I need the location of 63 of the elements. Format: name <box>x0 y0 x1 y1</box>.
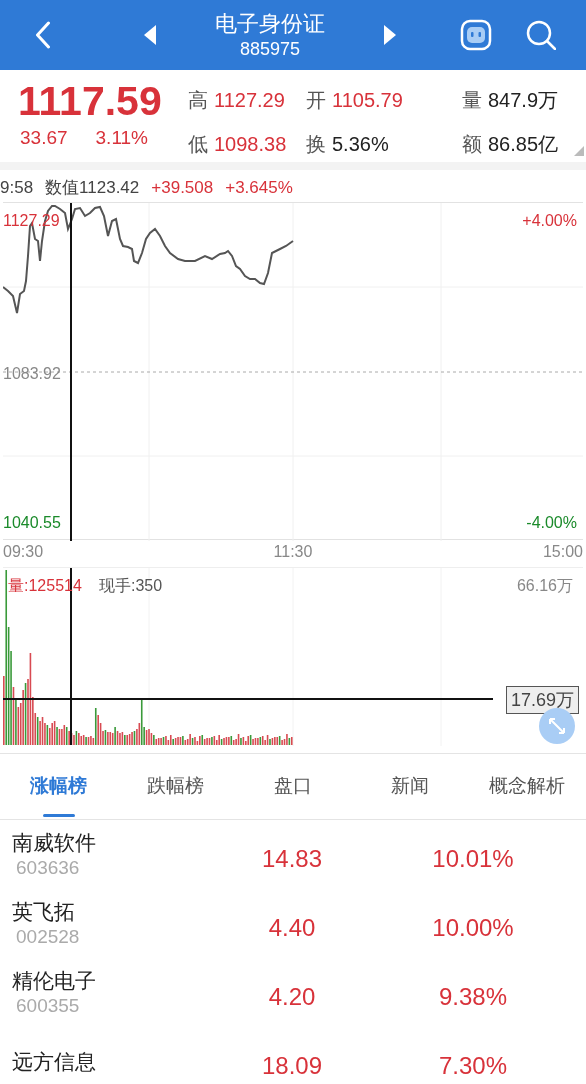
stat-label: 高 <box>188 88 208 113</box>
time-label: 09:30 <box>3 542 44 562</box>
stock-code: 600355 <box>15 993 81 1018</box>
page-title: 电子身份证 <box>215 10 325 38</box>
cursor-time: 9:58 <box>0 177 34 200</box>
stock-code: 002528 <box>15 924 81 949</box>
stat-label: 额 <box>462 132 482 157</box>
stat-label: 量 <box>462 88 482 113</box>
stock-code: 603636 <box>15 855 81 880</box>
index-code: 885975 <box>239 38 301 60</box>
axis-label: 1083.92 <box>3 364 61 384</box>
tab[interactable]: 新闻 <box>351 754 469 819</box>
stat-value: 86.85亿 <box>488 132 559 157</box>
last-price: 1117.59 <box>18 78 163 124</box>
assistant-button[interactable] <box>458 17 494 53</box>
list-row[interactable]: 远方信息 18.09 7.30% <box>0 1027 586 1084</box>
stock-price: 4.20 <box>267 981 317 1012</box>
left-triangle-icon <box>144 25 156 45</box>
axis-label: +4.00% <box>522 211 577 231</box>
search-icon <box>526 20 556 50</box>
cursor-value: 数值1123.42 <box>45 177 140 200</box>
stat-label: 开 <box>306 88 326 113</box>
search-button[interactable] <box>524 18 558 52</box>
stock-name: 远方信息 <box>12 1048 97 1075</box>
time-label: 11:30 <box>273 542 313 562</box>
list-row[interactable]: 英飞拓 002528 4.40 10.00% <box>0 889 586 958</box>
tab[interactable]: 跌幅榜 <box>117 754 235 819</box>
price-change: 33.67 <box>20 126 68 150</box>
right-triangle-icon <box>384 25 396 45</box>
cursor-change: +39.508 <box>151 177 214 200</box>
tab[interactable]: 盘口 <box>234 754 352 819</box>
list-row[interactable]: 南威软件 603636 14.83 10.01% <box>0 820 586 889</box>
stock-change: 7.30% <box>437 1050 509 1081</box>
back-icon <box>34 21 52 49</box>
stat-value: 847.9万 <box>488 88 559 113</box>
stock-change: 9.38% <box>437 981 509 1012</box>
stock-change: 10.00% <box>431 912 515 943</box>
expand-icon <box>548 717 566 735</box>
stock-name: 南威软件 <box>12 829 97 856</box>
tab[interactable]: 涨幅榜 <box>0 754 118 819</box>
stock-price: 18.09 <box>260 1050 324 1081</box>
stat-label: 换 <box>306 132 326 157</box>
stat-value: 5.36% <box>332 132 389 157</box>
stat-label: 低 <box>188 132 208 157</box>
axis-label: 66.16万 <box>516 576 573 596</box>
robot-icon <box>460 19 492 51</box>
current-hand-readout: 现手:350 <box>99 576 163 596</box>
stat-value: 1098.38 <box>214 132 287 157</box>
corner-triangle-icon <box>574 146 584 156</box>
list-row[interactable]: 精伦电子 600355 4.20 9.38% <box>0 958 586 1027</box>
stat-value: 1127.29 <box>214 88 285 113</box>
percent-change: 3.11% <box>95 126 148 150</box>
tab[interactable]: 概念解析 <box>468 754 586 819</box>
time-label: 15:00 <box>542 542 583 562</box>
cursor-percent: +3.645% <box>225 177 293 200</box>
stat-value: 1105.79 <box>332 88 403 113</box>
stock-change: 10.01% <box>431 843 515 874</box>
axis-label: -4.00% <box>526 513 577 533</box>
stock-price: 4.40 <box>267 912 317 943</box>
axis-label: 1040.55 <box>3 513 61 533</box>
stock-price: 14.83 <box>260 843 324 874</box>
stock-name: 英飞拓 <box>12 898 76 925</box>
stock-name: 精伦电子 <box>12 967 97 994</box>
